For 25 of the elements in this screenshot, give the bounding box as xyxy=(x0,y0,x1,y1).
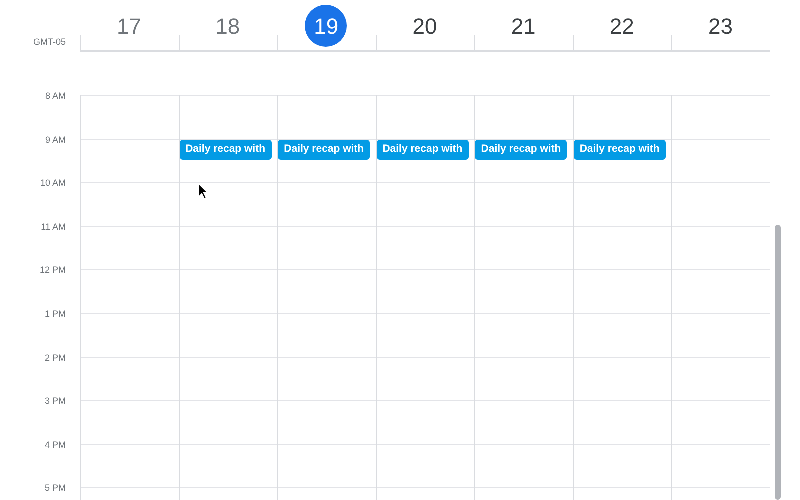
hour-label: 10 AM xyxy=(40,177,66,190)
scrollbar[interactable] xyxy=(775,225,781,500)
day-number[interactable]: 19 xyxy=(305,5,348,47)
event-chip[interactable]: Daily recap with xyxy=(475,140,568,160)
hour-label: 4 PM xyxy=(44,438,66,452)
hour-label: 11 AM xyxy=(41,220,66,234)
hour-label: 2 PM xyxy=(44,352,66,365)
day-number[interactable]: 22 xyxy=(601,5,644,47)
hour-label: 5 PM xyxy=(44,482,66,496)
event-chip[interactable]: Daily recap with xyxy=(180,140,272,160)
day-number[interactable]: 20 xyxy=(404,5,446,47)
hour-label: 12 PM xyxy=(40,264,66,278)
day-number[interactable]: 21 xyxy=(502,5,545,47)
day-number[interactable]: 23 xyxy=(700,5,742,47)
day-number[interactable]: 17 xyxy=(108,5,150,47)
timezone-label: GMT-05 xyxy=(33,36,66,48)
hour-label: 3 PM xyxy=(44,395,66,408)
hour-label: 1 PM xyxy=(44,308,66,321)
event-chip[interactable]: Daily recap with xyxy=(376,140,469,160)
mouse-cursor-icon xyxy=(198,183,209,200)
event-chip[interactable]: Daily recap with xyxy=(574,140,666,160)
day-number[interactable]: 18 xyxy=(206,5,249,47)
event-chip[interactable]: Daily recap with xyxy=(278,140,370,160)
hour-label: 8 AM xyxy=(45,90,66,103)
hour-label: 9 AM xyxy=(45,134,66,147)
